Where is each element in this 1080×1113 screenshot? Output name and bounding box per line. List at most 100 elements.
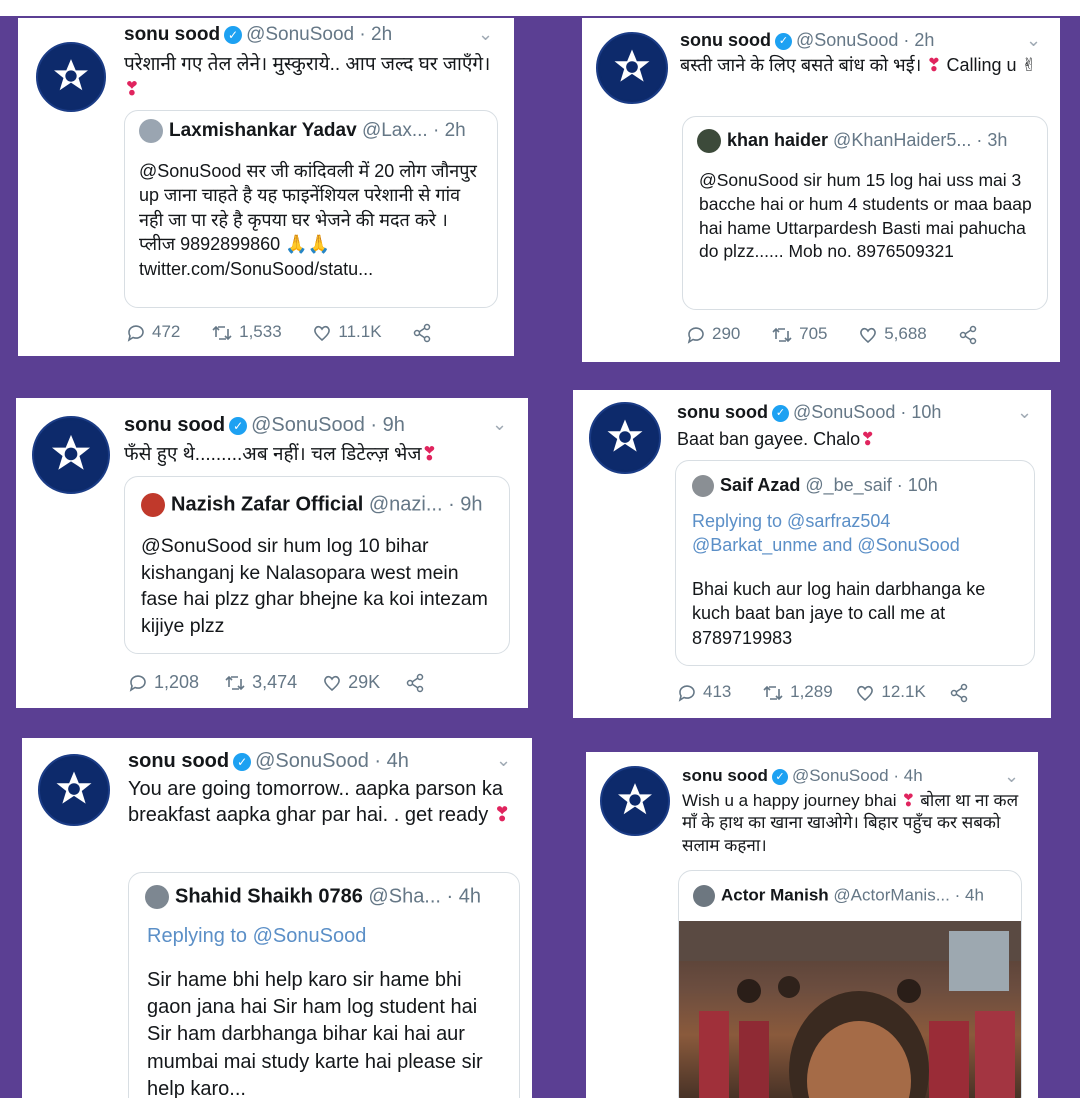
reply-icon (127, 324, 144, 342)
author-name[interactable]: sonu sood (677, 402, 768, 422)
author-handle[interactable]: @SonuSood (251, 414, 365, 436)
tweet-time[interactable]: · 2h (903, 30, 934, 50)
tweet-time[interactable]: · 2h (359, 24, 392, 45)
avatar[interactable] (600, 766, 670, 836)
tweet-time[interactable]: · 9h (370, 414, 404, 436)
reply-button[interactable]: 413 (677, 682, 731, 703)
share-button[interactable] (958, 324, 984, 345)
avatar[interactable] (36, 42, 106, 112)
avatar[interactable] (38, 754, 110, 826)
reply-count: 413 (703, 682, 732, 701)
author-handle[interactable]: @SonuSood (255, 750, 369, 772)
like-button[interactable]: 12.1K (855, 682, 926, 703)
chevron-down-icon[interactable]: ⌄ (492, 414, 507, 435)
quoted-author-name: khan haider (727, 129, 829, 150)
avatar[interactable] (596, 32, 668, 104)
tweet-text: फँसे हुए थे.........अब नहीं। चल डिटेल्ज़… (124, 444, 438, 465)
author-handle[interactable]: @SonuSood (793, 402, 895, 422)
reply-button[interactable]: 472 (126, 322, 180, 343)
reply-context-link[interactable]: Replying to @SonuSood (147, 923, 497, 950)
reply-count: 472 (152, 322, 181, 341)
tweet-time[interactable]: · 10h (900, 402, 941, 422)
quoted-time: · 2h (432, 120, 466, 142)
quoted-tweet[interactable]: Nazish Zafar Official @nazi... · 9h @Son… (124, 476, 510, 654)
police-badge-icon (592, 405, 658, 471)
reply-button[interactable]: 290 (686, 324, 740, 345)
like-count: 11.1K (338, 322, 382, 341)
quoted-tweet-text: Sir hame bhi help karo sir hame bhi gaon… (147, 969, 483, 1098)
chevron-down-icon[interactable]: ⌄ (1017, 402, 1032, 423)
tweet-card-6[interactable]: sonu sood ✓ @SonuSood · 4h ⌄ Wish u a happ… (586, 752, 1038, 1098)
author-handle[interactable]: @SonuSood (246, 24, 354, 45)
reply-context-link[interactable]: Replying to @sarfraz504 @Barkat_unme and… (692, 509, 1012, 558)
police-badge-icon (41, 757, 107, 823)
tweet-card-3[interactable]: sonu sood ✓ @SonuSood · 9h ⌄ फँसे हुए थे..… (16, 398, 528, 708)
author-name[interactable]: sonu sood (128, 750, 229, 772)
chevron-down-icon[interactable]: ⌄ (478, 24, 493, 45)
verified-icon: ✓ (229, 416, 248, 435)
quoted-author-name: Nazish Zafar Official (171, 493, 364, 516)
share-icon (959, 325, 976, 344)
bus-selfie-photo[interactable] (679, 921, 1021, 1098)
quoted-tweet[interactable]: Saif Azad @_be_saif · 10h Replying to @s… (675, 460, 1035, 666)
tweet-text: You are going tomorrow.. aapka parson ka… (128, 778, 511, 827)
retweet-button[interactable]: 705 (771, 324, 827, 345)
heart-outline-icon (860, 327, 877, 343)
tweet-time[interactable]: · 4h (893, 766, 922, 785)
author-name[interactable]: sonu sood (124, 414, 225, 436)
tweet-actions: 413 1,289 12.1K (677, 682, 975, 703)
share-button[interactable] (405, 672, 431, 693)
tweet-header: sonu sood ✓ @SonuSood · 2h (680, 30, 934, 51)
author-name[interactable]: sonu sood (682, 766, 768, 785)
heart-emoji-icon: ❣ (493, 804, 511, 827)
retweet-icon (772, 327, 792, 342)
quoted-tweet-header: Laxmishankar Yadav @Lax... · 2h (139, 119, 466, 143)
tweet-time[interactable]: · 4h (374, 750, 408, 772)
like-button[interactable]: 29K (322, 672, 380, 693)
author-name[interactable]: sonu sood (680, 30, 771, 50)
author-handle[interactable]: @SonuSood (796, 30, 898, 50)
tweet-text: परेशानी गए तेल लेने। मुस्कुराये.. आप जल्… (124, 54, 491, 101)
retweet-button[interactable]: 1,533 (211, 322, 282, 343)
avatar[interactable] (32, 416, 110, 494)
quoted-tweet[interactable]: khan haider @KhanHaider5... · 3h @SonuSo… (682, 116, 1048, 310)
like-button[interactable]: 5,688 (858, 324, 927, 345)
quoted-time: · 9h (448, 493, 483, 516)
tweet-text: बस्ती जाने के लिए बसते बांध को भई। ❣ Cal… (680, 55, 1037, 75)
top-white-strip (0, 0, 1080, 16)
like-count: 12.1K (881, 682, 926, 701)
retweet-button[interactable]: 1,289 (762, 682, 833, 703)
tweet-card-1[interactable]: sonu sood ✓ @SonuSood · 2h ⌄ परेशानी गए ते… (18, 18, 514, 356)
quoted-tweet[interactable]: Laxmishankar Yadav @Lax... · 2h @SonuSoo… (124, 110, 498, 308)
bottom-white-strip (0, 1098, 1080, 1113)
police-badge-icon (36, 420, 106, 490)
heart-outline-icon (324, 676, 341, 692)
retweet-button[interactable]: 3,474 (224, 672, 297, 693)
share-button[interactable] (949, 682, 975, 703)
quoted-avatar (141, 493, 165, 517)
quoted-avatar (145, 885, 169, 909)
chevron-down-icon[interactable]: ⌄ (496, 750, 511, 771)
avatar[interactable] (589, 402, 661, 474)
quoted-tweet[interactable]: Shahid Shaikh 0786 @Sha... · 4h Replying… (128, 872, 520, 1098)
tweet-card-5[interactable]: sonu sood ✓ @SonuSood · 4h ⌄ You are going… (22, 738, 532, 1098)
quoted-avatar (692, 475, 714, 498)
share-button[interactable] (412, 322, 438, 343)
reply-button[interactable]: 1,208 (128, 672, 199, 693)
quoted-tweet-text: @SonuSood sir hum 15 log hai uss mai 3 b… (699, 170, 1032, 262)
tweet-header: sonu sood ✓ @SonuSood · 4h (682, 766, 923, 786)
tweet-card-2[interactable]: sonu sood ✓ @SonuSood · 2h ⌄ बस्ती जाने के… (582, 18, 1060, 362)
author-name[interactable]: sonu sood (124, 24, 220, 45)
chevron-down-icon[interactable]: ⌄ (1004, 766, 1019, 787)
tweet-header: sonu sood ✓ @SonuSood · 2h (124, 24, 392, 46)
chevron-down-icon[interactable]: ⌄ (1026, 30, 1041, 51)
quoted-tweet[interactable]: Actor Manish @ActorManis... · 4h (678, 870, 1022, 1098)
reply-count: 1,208 (154, 672, 200, 692)
author-handle[interactable]: @SonuSood (792, 766, 889, 785)
verified-icon: ✓ (233, 752, 252, 771)
police-badge-icon (599, 35, 665, 101)
tweet-card-4[interactable]: sonu sood ✓ @SonuSood · 10h ⌄ Baat ban gay… (573, 390, 1051, 718)
reply-icon (678, 684, 695, 702)
reply-icon (129, 675, 146, 692)
like-button[interactable]: 11.1K (312, 322, 382, 343)
